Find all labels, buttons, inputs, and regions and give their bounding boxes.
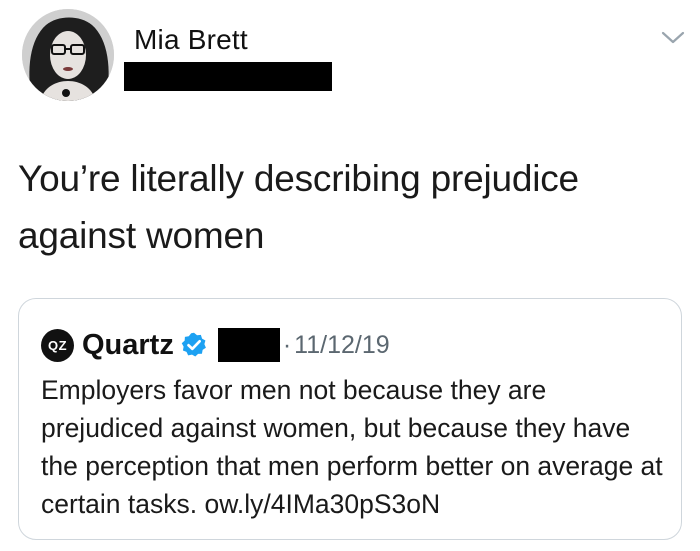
quartz-logo-icon[interactable]: QZ	[41, 328, 74, 362]
quoted-handle-redacted	[217, 328, 280, 362]
quoted-tweet-text: Employers favor men not because they are…	[41, 375, 663, 519]
author-name[interactable]: Mia Brett	[134, 24, 248, 56]
separator-dot: ·	[282, 330, 292, 359]
author-handle-redacted	[124, 62, 332, 91]
tweet: Mia Brett You’re literally describing pr…	[0, 0, 700, 551]
chevron-down-icon[interactable]	[660, 28, 686, 46]
verified-badge-icon	[181, 332, 206, 357]
quoted-tweet-date[interactable]: 11/12/19	[294, 331, 389, 360]
avatar[interactable]	[22, 9, 114, 101]
quoted-author-name[interactable]: Quartz	[82, 329, 174, 362]
tweet-text: You’re literally describing prejudice ag…	[18, 158, 579, 256]
quoted-tweet-header: QZ Quartz · 11/12/19	[41, 327, 390, 363]
quoted-tweet-card[interactable]: QZ Quartz · 11/12/19 Employers favor men…	[18, 298, 682, 540]
avatar-image	[22, 9, 114, 101]
